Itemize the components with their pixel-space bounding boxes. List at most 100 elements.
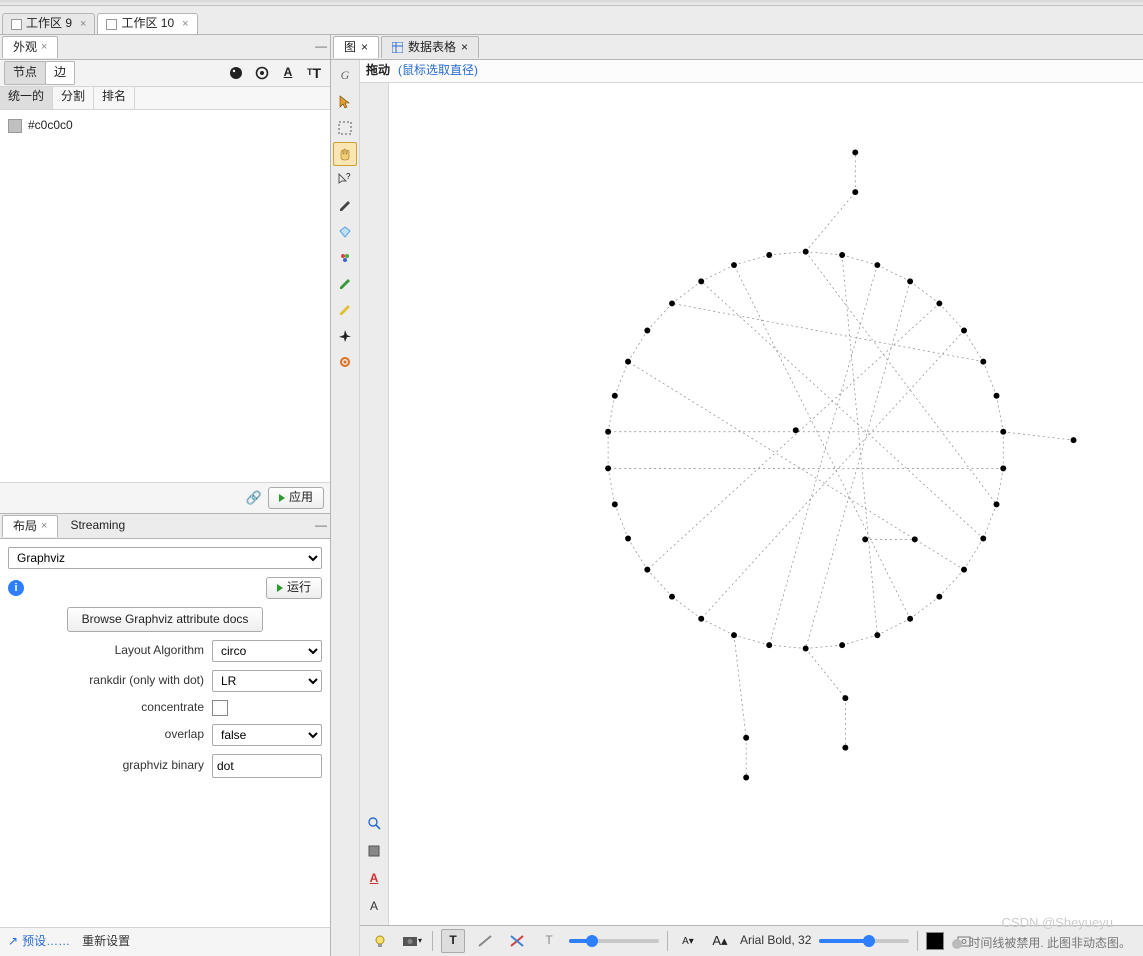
tab-label: 图 <box>344 40 356 56</box>
diamond-icon[interactable] <box>333 220 357 244</box>
play-icon <box>277 584 283 592</box>
radius-icon[interactable] <box>250 61 274 85</box>
element-kind-tabs: 节点 边 <box>4 61 74 85</box>
color-swatch-icon <box>8 119 22 133</box>
layout-algo-select[interactable]: circo <box>212 640 322 662</box>
transform-tabs: 统一的 分割 排名 <box>0 87 330 110</box>
text-red-a-icon[interactable]: A <box>362 867 386 891</box>
tab-label: 布局 <box>13 519 37 535</box>
concentrate-checkbox[interactable] <box>212 700 228 716</box>
palette-icon[interactable] <box>224 61 248 85</box>
text-size-icon[interactable]: T <box>537 929 561 953</box>
font-minus-icon[interactable]: A▾ <box>676 929 700 953</box>
tab-layout[interactable]: 布局 × <box>2 515 58 538</box>
doc-icon <box>11 19 22 30</box>
text-black-a-icon[interactable]: A <box>362 895 386 919</box>
workspace-tab-10[interactable]: 工作区 10 × <box>97 13 197 34</box>
preset-link[interactable]: ↗ 预设…… <box>8 934 70 950</box>
workspace-tabs: 工作区 9 × 工作区 10 × <box>0 6 1143 35</box>
tab-label: 数据表格 <box>408 40 456 56</box>
status-dot-icon <box>952 939 962 949</box>
overlap-select[interactable]: false <box>212 724 322 746</box>
tab-streaming[interactable]: Streaming <box>60 515 135 537</box>
graphviz-options-form: Layout Algorithm circo rankdir (only wit… <box>8 640 322 778</box>
camera-icon[interactable]: ▾ <box>400 929 424 953</box>
edge-color-icon[interactable] <box>505 929 529 953</box>
question-pointer-icon[interactable]: ? <box>333 168 357 192</box>
edge-thickness-slider[interactable] <box>569 939 659 943</box>
binary-input[interactable] <box>212 754 322 778</box>
minimize-icon[interactable]: — <box>312 39 330 55</box>
label-layout-algo: Layout Algorithm <box>115 643 204 659</box>
rect-select-icon[interactable] <box>333 116 357 140</box>
tab-appearance[interactable]: 外观 × <box>2 36 58 59</box>
square-icon[interactable] <box>362 839 386 863</box>
label-text-icon[interactable]: A <box>276 61 300 85</box>
tab-partition[interactable]: 分割 <box>53 87 94 109</box>
appearance-panel: 节点 边 A TT 统一的 分割 排名 #c <box>0 60 330 514</box>
workspace-tab-label: 工作区 10 <box>121 16 174 32</box>
label-rankdir: rankdir (only with dot) <box>89 673 204 689</box>
play-icon <box>279 494 285 502</box>
layout-panel: Graphviz i 运行 Browse Graphviz attribute … <box>0 539 330 956</box>
color-list: #c0c0c0 <box>0 110 330 482</box>
minimize-icon[interactable]: — <box>312 518 330 534</box>
close-icon[interactable]: × <box>41 40 47 54</box>
font-size-slider[interactable] <box>819 939 909 943</box>
tab-ranking[interactable]: 排名 <box>94 87 135 109</box>
pencil-yellow-icon[interactable] <box>333 298 357 322</box>
tab-unique[interactable]: 统一的 <box>0 87 53 109</box>
doc-icon <box>106 19 117 30</box>
graph-canvas[interactable] <box>389 83 1143 925</box>
run-button[interactable]: 运行 <box>266 577 322 599</box>
gear-orange-icon[interactable] <box>333 350 357 374</box>
tab-edges[interactable]: 边 <box>45 61 75 85</box>
pointer-icon[interactable] <box>333 90 357 114</box>
chain-icon[interactable]: 🔗 <box>246 490 262 507</box>
close-icon[interactable]: × <box>361 40 368 56</box>
logo-icon: G <box>333 64 357 88</box>
close-icon[interactable]: × <box>461 40 468 56</box>
hand-icon[interactable] <box>333 142 357 166</box>
close-icon[interactable]: × <box>182 17 188 31</box>
label-size-icon[interactable]: TT <box>302 61 326 85</box>
close-icon[interactable]: × <box>80 17 86 31</box>
bulb-icon[interactable] <box>368 929 392 953</box>
close-icon[interactable]: × <box>41 519 47 533</box>
rankdir-select[interactable]: LR <box>212 670 322 692</box>
font-plus-icon[interactable]: A▴ <box>708 929 732 953</box>
edge-weight-icon[interactable] <box>473 929 497 953</box>
status-text: 时间线被禁用. 此图非动态图。 <box>968 936 1131 952</box>
bg-color-swatch[interactable] <box>926 932 944 950</box>
airplane-icon[interactable] <box>333 324 357 348</box>
workspace-tab-9[interactable]: 工作区 9 × <box>2 13 95 34</box>
run-label: 运行 <box>287 580 311 596</box>
pencil-dark-icon[interactable] <box>333 194 357 218</box>
reset-link[interactable]: 重新设置 <box>82 934 130 950</box>
graph-svg <box>389 83 1143 877</box>
graph-toolbar: G ? <box>331 60 360 956</box>
tab-label: 外观 <box>13 40 37 56</box>
svg-text:?: ? <box>346 173 351 181</box>
label-concentrate: concentrate <box>141 700 204 716</box>
color-row[interactable]: #c0c0c0 <box>8 116 322 136</box>
apply-button[interactable]: 应用 <box>268 487 324 509</box>
tab-graph[interactable]: 图 × <box>333 36 379 59</box>
table-icon <box>392 42 403 53</box>
graphviz-docs-button[interactable]: Browse Graphviz attribute docs <box>67 607 264 633</box>
info-icon[interactable]: i <box>8 580 24 596</box>
tab-label: Streaming <box>70 518 125 534</box>
tab-data-table[interactable]: 数据表格 × <box>381 36 479 59</box>
preset-arrow-icon: ↗ <box>8 934 18 950</box>
layout-algorithm-select[interactable]: Graphviz <box>8 547 322 569</box>
pencil-green-icon[interactable] <box>333 272 357 296</box>
font-label: Arial Bold, 32 <box>740 933 811 949</box>
graph-panel-tabs: 图 × 数据表格 × <box>331 35 1143 60</box>
text-bg-icon[interactable]: T <box>441 929 465 953</box>
label-overlap: overlap <box>165 727 204 743</box>
zoom-center-icon[interactable] <box>362 811 386 835</box>
canvas-header: 拖动 (鼠标选取直径) <box>360 60 1143 83</box>
tab-nodes[interactable]: 节点 <box>4 61 46 85</box>
appearance-panel-tabs: 外观 × — <box>0 35 330 60</box>
palette-color-icon[interactable] <box>333 246 357 270</box>
